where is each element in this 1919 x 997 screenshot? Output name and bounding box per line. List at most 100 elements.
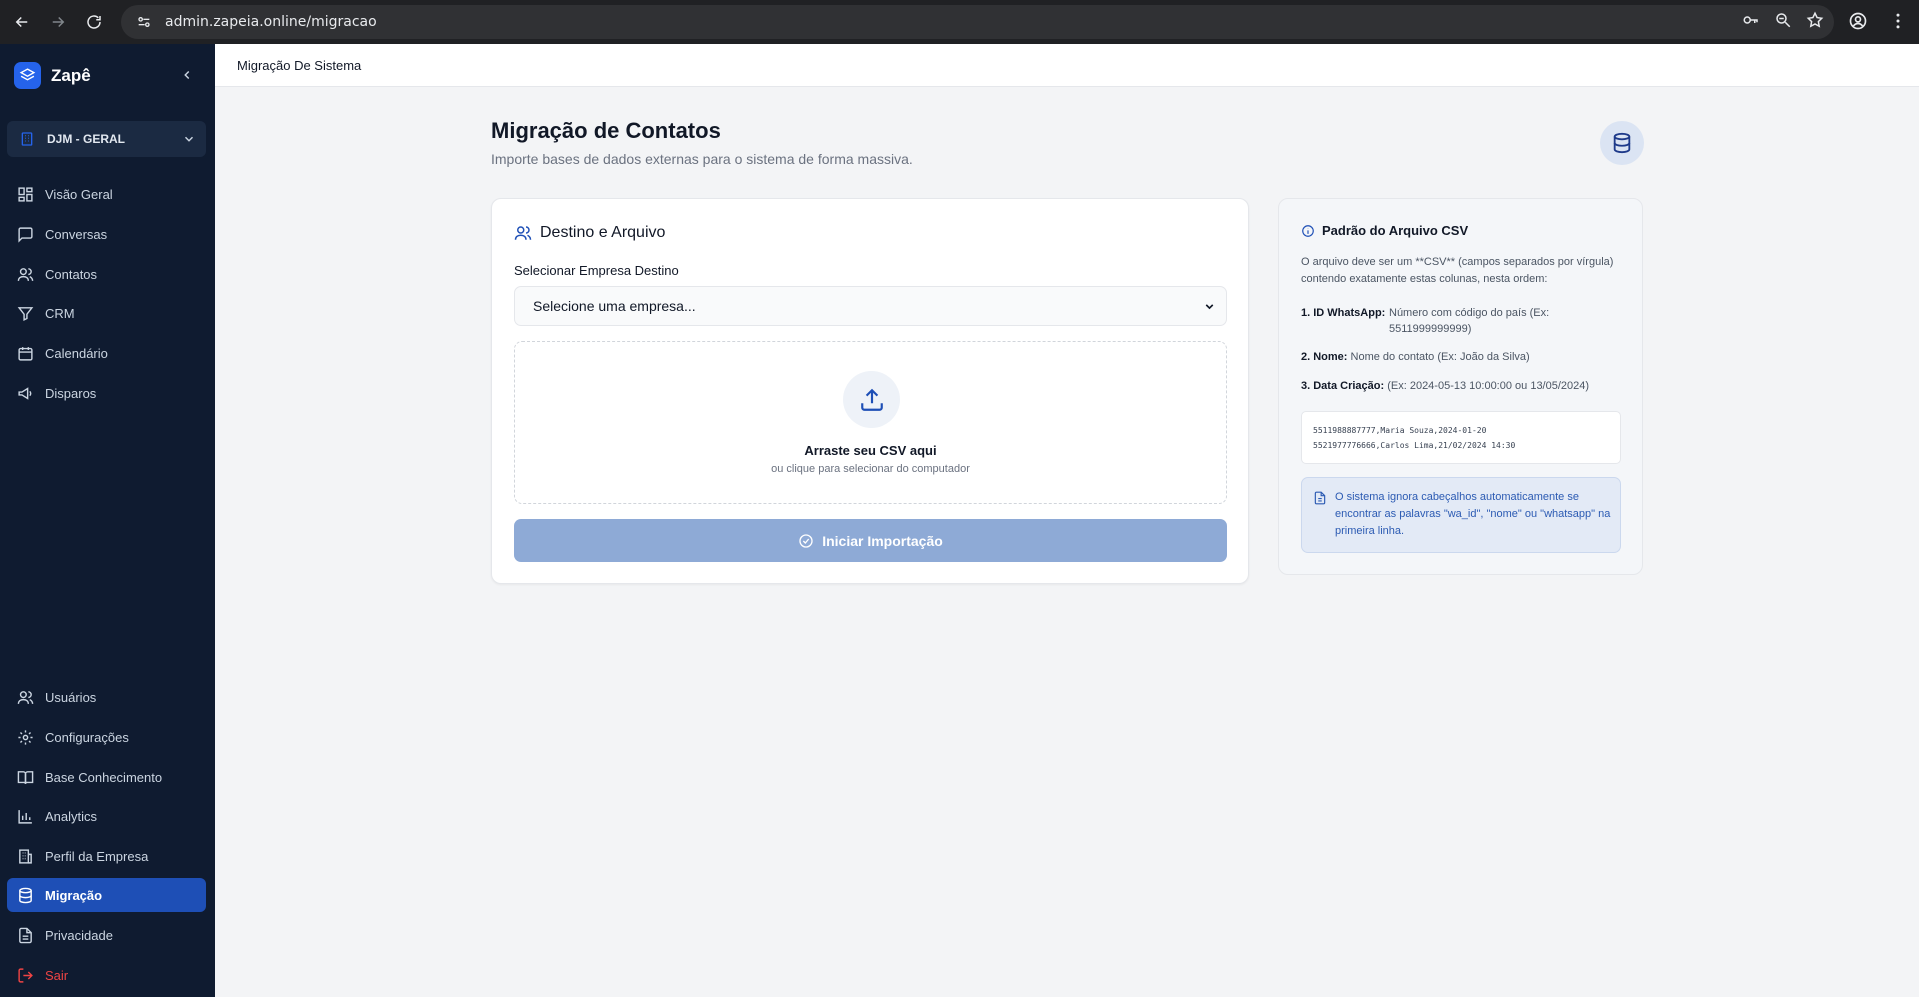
sidebar-item-base-conhecimento[interactable]: Base Conhecimento [7, 760, 206, 794]
csv-column-key: 1. ID WhatsApp: [1301, 307, 1386, 319]
menu-icon[interactable] [1888, 11, 1908, 36]
csv-format-card: Padrão do Arquivo CSV O arquivo deve ser… [1278, 198, 1643, 575]
filter-icon [17, 306, 34, 321]
chevron-down-icon [184, 136, 194, 142]
header-note: O sistema ignora cabeçalhos automaticame… [1301, 477, 1621, 553]
zoom-icon[interactable] [1774, 11, 1792, 34]
sidebar-item-label: Calendário [45, 345, 108, 361]
sidebar-item-perfil-empresa[interactable]: Perfil da Empresa [7, 839, 206, 873]
sidebar-item-label: Contatos [45, 266, 98, 282]
company-select[interactable]: Selecione uma empresa... [514, 286, 1227, 326]
check-circle-icon [799, 533, 813, 548]
sidebar-item-configuracoes[interactable]: Configurações [7, 720, 206, 754]
sidebar-item-privacidade[interactable]: Privacidade [7, 918, 206, 952]
sidebar-item-contatos[interactable]: Contatos [7, 257, 206, 291]
browser-toolbar: admin.zapeia.online/migracao [0, 0, 1919, 44]
sidebar-item-label: Base Conhecimento [45, 769, 163, 785]
sidebar-item-label: Migração [45, 887, 103, 903]
csv-column-value: Nome do contato (Ex: João da Silva) [1350, 351, 1530, 363]
sidebar-item-visao-geral[interactable]: Visão Geral [7, 177, 206, 211]
logout-icon [18, 967, 33, 983]
sidebar-item-label: Visão Geral [45, 186, 113, 202]
csv-column-value: (Ex: 2024-05-13 10:00:00 ou 13/05/2024) [1387, 380, 1590, 392]
grid-icon [18, 186, 33, 202]
csv-example-line: 5521977776666,Carlos Lima,21/02/2024 14:… [1313, 441, 1516, 450]
sidebar-item-label: Analytics [45, 808, 98, 824]
url-text[interactable]: admin.zapeia.online/migracao [165, 14, 377, 30]
sidebar-item-sair[interactable]: Sair [7, 958, 206, 992]
back-icon[interactable] [5, 5, 39, 39]
sidebar-item-migracao[interactable]: Migração [7, 878, 206, 912]
forward-icon[interactable] [41, 5, 75, 39]
sidebar-item-label: Disparos [45, 385, 97, 401]
sidebar-item-label: Usuários [45, 689, 97, 705]
sidebar-item-label: CRM [45, 305, 75, 321]
layers-logo-icon [14, 62, 41, 89]
csv-column-row: 1. ID WhatsApp: Número com código do país… [1301, 305, 1621, 337]
sidebar-item-usuarios[interactable]: Usuários [7, 680, 206, 714]
upload-icon [843, 371, 900, 428]
section-title: Destino e Arquivo [514, 224, 665, 242]
key-icon[interactable] [1742, 11, 1760, 34]
sidebar-item-label: Sair [45, 967, 69, 983]
sidebar-item-disparos[interactable]: Disparos [7, 376, 206, 410]
database-icon [19, 887, 32, 903]
company-field-label: Selecionar Empresa Destino [514, 263, 679, 278]
gear-icon [18, 729, 33, 745]
breadcrumb: Migração De Sistema [237, 57, 362, 73]
csv-info-title-text: Padrão do Arquivo CSV [1322, 223, 1469, 238]
start-import-label: Iniciar Importação [822, 532, 943, 549]
page-subtitle: Importe bases de dados externas para o s… [491, 151, 913, 167]
building-icon [21, 132, 33, 146]
csv-column-key: 2. Nome: [1301, 351, 1348, 363]
info-icon [1302, 224, 1314, 237]
building-icon [19, 848, 32, 864]
book-icon [17, 770, 34, 784]
csv-dropzone[interactable]: Arraste seu CSV aqui ou clique para sele… [514, 341, 1227, 504]
csv-column-row: 3. Data Criação: (Ex: 2024-05-13 10:00:0… [1301, 378, 1589, 394]
chat-icon [18, 226, 33, 243]
star-icon[interactable] [1806, 11, 1824, 34]
sidebar-item-conversas[interactable]: Conversas [7, 217, 206, 251]
csv-info-description: O arquivo deve ser um **CSV** (campos se… [1301, 256, 1614, 285]
page-title: Migração de Contatos [491, 118, 721, 143]
file-icon [1314, 491, 1326, 505]
document-icon [19, 927, 32, 943]
csv-example: 5511988887777,Maria Souza,2024-01-20 552… [1301, 411, 1621, 464]
reload-icon[interactable] [77, 5, 111, 39]
brand-name: Zapê [51, 65, 91, 85]
sidebar-item-label: Perfil da Empresa [45, 848, 149, 864]
csv-column-row: 2. Nome: Nome do contato (Ex: João da Si… [1301, 349, 1530, 365]
section-title-text: Destino e Arquivo [540, 224, 666, 241]
start-import-button[interactable]: Iniciar Importação [514, 519, 1227, 562]
sidebar-item-calendario[interactable]: Calendário [7, 336, 206, 370]
dropzone-subtitle: ou clique para selecionar do computador [771, 463, 970, 475]
company-select-value: Selecione uma empresa... [533, 298, 696, 314]
collapse-sidebar-icon[interactable] [178, 66, 196, 84]
bar-chart-icon [18, 809, 32, 824]
sidebar-item-label: Privacidade [45, 927, 113, 943]
profile-icon[interactable] [1848, 11, 1868, 36]
database-icon [1600, 121, 1644, 165]
sidebar: Zapê DJM - GERAL Visão Geral Conversas C… [0, 44, 215, 997]
megaphone-icon [18, 386, 32, 400]
csv-column-key: 3. Data Criação: [1301, 380, 1385, 392]
company-name: DJM - GERAL [47, 132, 125, 146]
sidebar-item-analytics[interactable]: Analytics [7, 799, 206, 833]
csv-column-value: Número com código do país (Ex: 551199999… [1389, 307, 1550, 335]
brand[interactable]: Zapê [14, 62, 91, 89]
import-form-card: Destino e Arquivo Selecionar Empresa Des… [491, 198, 1249, 584]
address-bar[interactable]: admin.zapeia.online/migracao [121, 5, 1834, 39]
csv-example-line: 5511988887777,Maria Souza,2024-01-20 [1313, 426, 1487, 435]
site-settings-icon[interactable] [133, 11, 155, 33]
topbar: Migração De Sistema [215, 44, 1919, 87]
company-selector[interactable]: DJM - GERAL [7, 121, 206, 157]
calendar-icon [18, 346, 33, 361]
sidebar-item-crm[interactable]: CRM [7, 296, 206, 330]
chevron-down-icon [1205, 304, 1214, 310]
csv-info-title: Padrão do Arquivo CSV [1301, 223, 1468, 238]
sidebar-item-label: Configurações [45, 729, 129, 745]
users-icon [17, 267, 34, 281]
sidebar-item-label: Conversas [45, 226, 108, 242]
users-icon [17, 690, 34, 704]
